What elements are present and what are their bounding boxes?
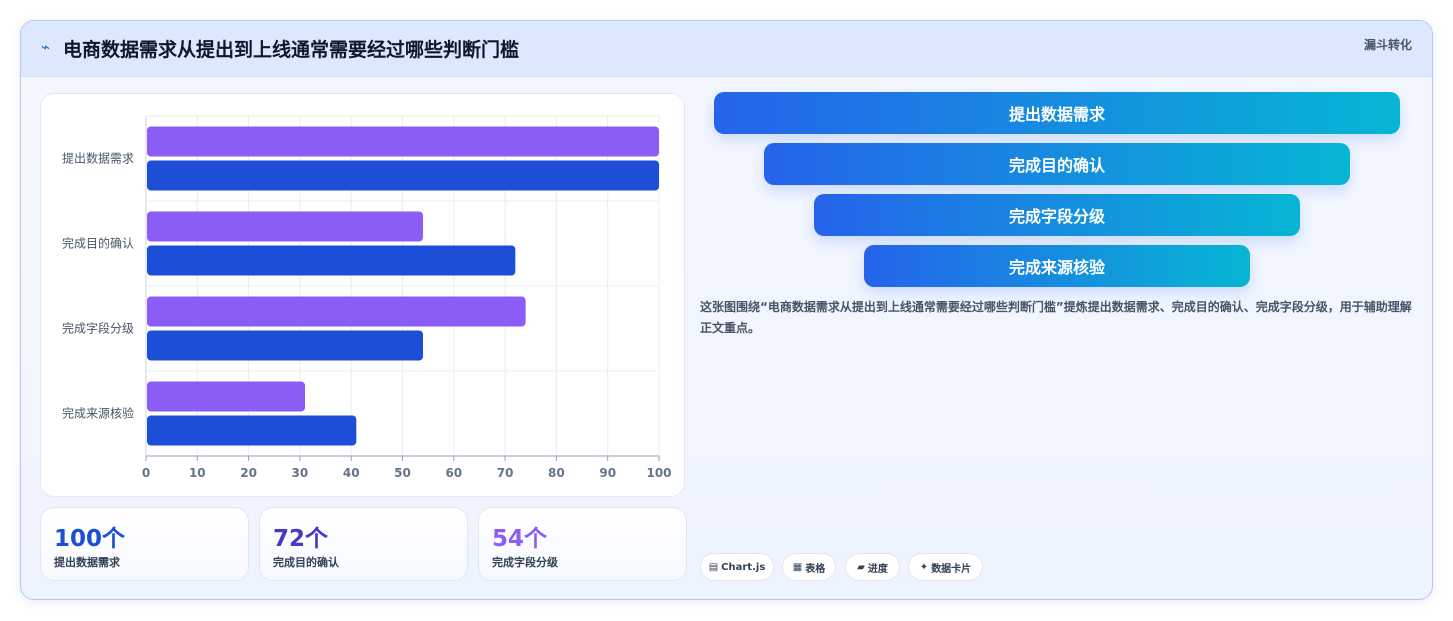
x-tick-label: 0: [142, 466, 150, 480]
bar: [147, 296, 526, 327]
chart-icon: ▤: [708, 561, 719, 573]
x-tick-label: 10: [189, 466, 206, 480]
kpi-value: 100个: [54, 526, 126, 552]
bar: [147, 381, 306, 412]
progress-icon: ▰: [857, 561, 865, 573]
kpi-label: 提出数据需求: [54, 556, 120, 569]
chip-label: 数据卡片: [931, 563, 972, 575]
chip-label: 表格: [805, 563, 826, 575]
bar-chart-panel: 0 10 20 30 40 50 60 70 80 90 100 提出数据需求 完成目的确认 完成字段分级…: [40, 93, 685, 497]
bar-chart: 0 10 20 30 40 50 60 70 80 90 100 提出数据需求完成目的确认完成字段分级…: [62, 115, 672, 480]
x-tick-label: 90: [599, 466, 616, 480]
x-tick-label: 80: [548, 466, 565, 480]
bar: [147, 211, 424, 242]
chip-label: Chart.js: [721, 561, 766, 573]
x-tick-label: 100: [646, 466, 671, 480]
x-tick-label: 40: [343, 466, 360, 480]
x-tick-label: 20: [240, 466, 257, 480]
chip-data-card[interactable]: ✦ 数据卡片: [908, 553, 983, 581]
funnel-step-3: 完成字段分级: [814, 194, 1300, 236]
chip-label: 进度: [867, 563, 888, 575]
kpi-card-1: 100个 提出数据需求: [40, 507, 249, 581]
x-tick-label: 30: [292, 466, 309, 480]
bar: [147, 160, 659, 191]
funnel-step-1: 提出数据需求: [714, 92, 1400, 134]
chip-chartjs[interactable]: ▤ Chart.js: [700, 553, 774, 581]
card-header: ⌁ 电商数据需求从提出到上线通常需要经过哪些判断门槛 漏斗转化: [21, 21, 1432, 77]
card: ⌁ 电商数据需求从提出到上线通常需要经过哪些判断门槛 漏斗转化 0 10 20 30 4…: [20, 20, 1433, 600]
y-tick-label: 完成目的确认: [62, 236, 134, 251]
y-tick-label: 完成来源核验: [62, 406, 134, 421]
kpi-label: 完成目的确认: [273, 556, 339, 569]
kpi-label: 完成字段分级: [492, 556, 558, 569]
funnel-step-4: 完成来源核验: [864, 245, 1250, 287]
table-icon: ▦: [792, 561, 803, 573]
chip-progress[interactable]: ▰ 进度: [845, 553, 900, 581]
y-tick-label: 完成字段分级: [62, 321, 134, 336]
page-title: 电商数据需求从提出到上线通常需要经过哪些判断门槛: [63, 39, 520, 61]
funnel-step-2: 完成目的确认: [764, 143, 1350, 185]
kpi-card-3: 54个 完成字段分级: [478, 507, 687, 581]
kpi-value: 72个: [273, 526, 329, 552]
bar: [147, 415, 357, 446]
pulse-icon: ⌁: [41, 38, 51, 56]
kpi-value: 54个: [492, 526, 548, 552]
x-tick-label: 50: [394, 466, 411, 480]
bar: [147, 330, 424, 361]
bar: [147, 245, 516, 276]
x-tick-label: 60: [445, 466, 462, 480]
chip-table[interactable]: ▦ 表格: [782, 553, 836, 581]
chart-type-tag: 漏斗转化: [1363, 38, 1412, 52]
x-tick-label: 70: [497, 466, 514, 480]
kpi-card-2: 72个 完成目的确认: [259, 507, 468, 581]
bar: [147, 126, 659, 157]
sparkle-icon: ✦: [919, 561, 929, 573]
chart-description: 这张图围绕“电商数据需求从提出到上线通常需要经过哪些判断门槛”提炼提出数据需求、…: [700, 300, 1412, 335]
y-tick-label: 提出数据需求: [62, 151, 134, 166]
